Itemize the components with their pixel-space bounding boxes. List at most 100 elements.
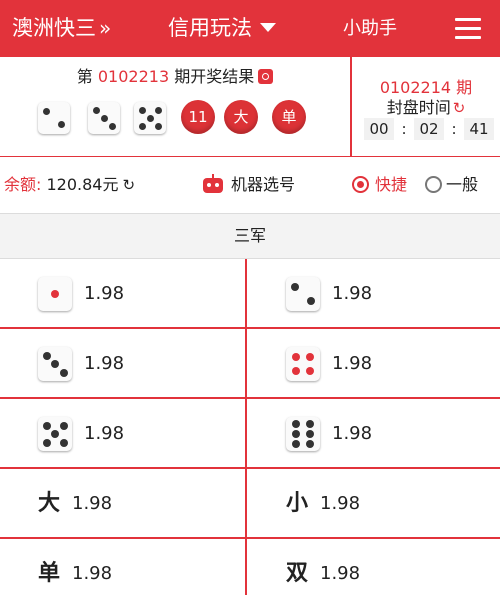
section-title: 三军 (0, 213, 500, 259)
caret-down-icon (260, 22, 276, 32)
top-bar: 澳洲快三» 信用玩法 小助手 (0, 0, 500, 57)
machine-pick-button[interactable]: 机器选号 (231, 157, 295, 213)
countdown-hours: 00 (364, 118, 394, 140)
bet-option[interactable]: 大 1.98 (0, 469, 247, 539)
pip (305, 366, 314, 375)
draw-results-panel: 第 0102213 期开奖结果 11 大 单 0102214 期 封盘时间 ↻ 0… (0, 57, 500, 157)
bet-option[interactable]: 1.98 (0, 399, 247, 469)
pip (42, 438, 51, 447)
bet-option[interactable]: 单 1.98 (0, 539, 247, 595)
pip (305, 353, 314, 362)
pip (306, 296, 315, 305)
pip (305, 419, 314, 428)
pip (154, 122, 162, 130)
double-chevron-right-icon: » (99, 16, 112, 40)
bet-label: 大 (38, 491, 61, 516)
bet-option[interactable]: 1.98 (247, 399, 500, 469)
bet-grid: 1.98 1.98 1.98 1.98 1.98 1.98 大 1.98 小 1.98 单 1.98 双… (0, 259, 500, 595)
quick-mode-radio[interactable] (352, 176, 369, 193)
bet-option[interactable]: 1.98 (0, 329, 247, 399)
normal-mode-radio[interactable] (425, 176, 442, 193)
info-row: 余额: 120.84元 ↻ 机器选号 快捷 一般 (0, 157, 500, 213)
balance-label: 余额: (4, 175, 42, 194)
pip (59, 438, 68, 447)
odds-value: 1.98 (332, 283, 373, 304)
last-draw: 第 0102213 期开奖结果 11 大 单 (0, 57, 350, 157)
parity-ball: 单 (272, 100, 306, 134)
pip (305, 440, 314, 449)
pip (42, 421, 51, 430)
die-face-2-icon (286, 277, 320, 311)
pip (43, 108, 51, 116)
countdown-separator: : (401, 120, 407, 138)
pip (292, 440, 301, 449)
helper-button[interactable]: 小助手 (343, 0, 397, 57)
die-face-1-icon (38, 277, 72, 311)
next-draw: 0102214 期 封盘时间 ↻ 00 : 02 : 41 (352, 57, 500, 157)
close-time-label: 封盘时间 ↻ (386, 98, 466, 117)
robot-icon[interactable] (203, 174, 223, 196)
bet-label: 小 (286, 491, 309, 516)
pip (92, 106, 100, 114)
bet-label: 双 (286, 561, 309, 586)
lottery-title: 澳洲快三 (12, 16, 96, 40)
bet-label: 单 (38, 561, 61, 586)
normal-mode-label[interactable]: 一般 (446, 157, 478, 213)
sum-ball: 11 (181, 100, 215, 134)
pip (292, 353, 301, 362)
pip (51, 290, 59, 298)
odds-value: 1.98 (84, 353, 125, 374)
bet-option[interactable]: 双 1.98 (247, 539, 500, 595)
odds-value: 1.98 (72, 493, 113, 514)
play-mode-dropdown[interactable]: 信用玩法 (168, 0, 276, 57)
pip (138, 106, 146, 114)
die-face-4-icon (286, 347, 320, 381)
pip (138, 122, 146, 130)
odds-value: 1.98 (332, 353, 373, 374)
pip (42, 351, 51, 360)
odds-value: 1.98 (320, 493, 361, 514)
quick-mode-label[interactable]: 快捷 (375, 157, 407, 213)
pip (108, 122, 116, 130)
die-face-3-icon (38, 347, 72, 381)
die-face-3-icon (88, 102, 120, 134)
pip (59, 421, 68, 430)
die-face-5-icon (38, 417, 72, 451)
pip (146, 114, 154, 122)
size-ball: 大 (224, 100, 258, 134)
pip (57, 120, 65, 128)
countdown-seconds: 41 (464, 118, 494, 140)
pip (305, 430, 314, 438)
pip (51, 360, 59, 368)
odds-value: 1.98 (320, 563, 361, 584)
balance-value: 120.84元 (46, 175, 119, 194)
odds-value: 1.98 (84, 283, 125, 304)
balance: 余额: 120.84元 ↻ (4, 157, 135, 213)
pip (292, 419, 301, 428)
pip (292, 430, 301, 438)
lottery-selector[interactable]: 澳洲快三» (12, 0, 111, 57)
pip (51, 430, 59, 438)
refresh-icon[interactable]: ↻ (453, 99, 466, 117)
countdown-separator: : (451, 120, 457, 138)
countdown-minutes: 02 (414, 118, 444, 140)
refresh-balance-icon[interactable]: ↻ (123, 176, 136, 194)
odds-value: 1.98 (332, 423, 373, 444)
last-draw-issue: 0102213 (97, 67, 170, 86)
pip (154, 106, 162, 114)
last-draw-title: 第 0102213 期开奖结果 (0, 63, 350, 87)
odds-value: 1.98 (84, 423, 125, 444)
bet-option[interactable]: 1.98 (247, 329, 500, 399)
hamburger-menu-icon[interactable] (455, 18, 481, 40)
play-mode-label: 信用玩法 (168, 16, 252, 40)
pip (59, 368, 68, 377)
pip (100, 114, 108, 122)
odds-value: 1.98 (72, 563, 113, 584)
bet-option[interactable]: 小 1.98 (247, 469, 500, 539)
bet-option[interactable]: 1.98 (247, 259, 500, 329)
pip (291, 283, 300, 292)
bet-option[interactable]: 1.98 (0, 259, 247, 329)
history-icon[interactable] (258, 69, 274, 84)
die-face-6-icon (286, 417, 320, 451)
die-face-5-icon (134, 102, 166, 134)
